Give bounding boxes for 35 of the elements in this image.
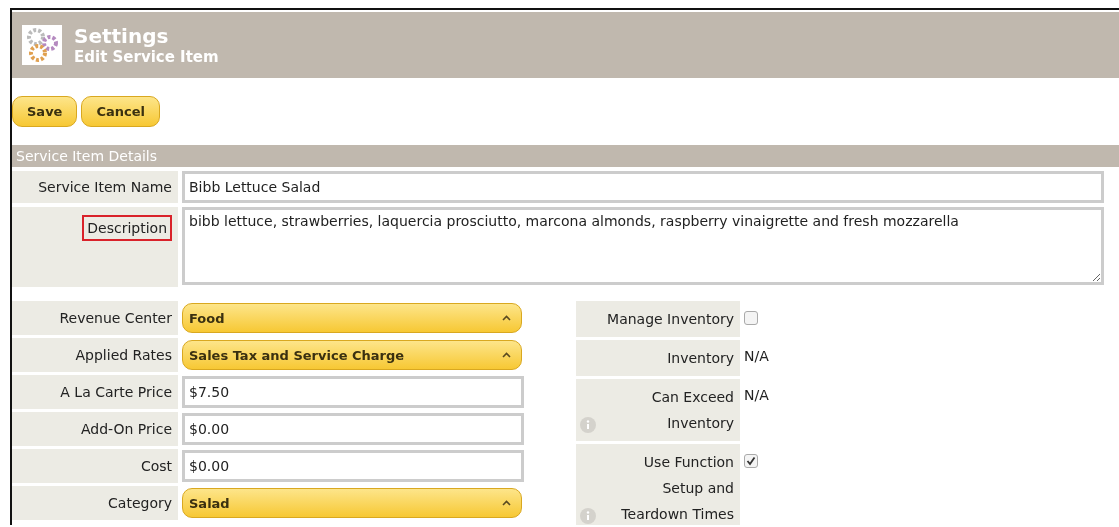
- caret-icon: [502, 315, 511, 321]
- field-label: Description: [82, 215, 172, 241]
- cancel-button[interactable]: Cancel: [81, 96, 160, 127]
- description-field[interactable]: bibb lettuce, strawberries, laquercia prosciutto, marcona almonds, raspberry vinaigrette and fresh mozzarella: [182, 207, 1104, 285]
- info-icon[interactable]: [580, 417, 596, 433]
- dropdown[interactable]: Sales Tax and Service Charge: [182, 340, 522, 370]
- field-label: Cost: [12, 449, 178, 483]
- field-label: Inventory: [666, 349, 734, 368]
- caret-icon: [502, 352, 511, 358]
- field-label: A La Carte Price: [12, 375, 178, 409]
- dropdown[interactable]: Food: [182, 303, 522, 333]
- field-label: Add-On Price: [12, 412, 178, 446]
- dropdown[interactable]: Salad: [182, 488, 522, 518]
- field-label: Manage Inventory: [606, 310, 734, 329]
- input-field[interactable]: $0.00: [182, 450, 524, 482]
- field-value: N/A: [744, 387, 769, 403]
- checkbox[interactable]: [744, 454, 758, 468]
- caret-icon: [502, 500, 511, 506]
- info-icon[interactable]: [580, 508, 596, 524]
- field-value: N/A: [744, 348, 769, 364]
- input-field[interactable]: $0.00: [182, 413, 524, 445]
- field-label: Service Item Name: [12, 171, 178, 203]
- input-field[interactable]: $7.50: [182, 376, 524, 408]
- page-title: Settings: [74, 24, 170, 48]
- checkbox[interactable]: [744, 311, 758, 325]
- field-label: Revenue Center: [12, 301, 178, 335]
- gears-icon: [22, 25, 62, 65]
- field-label: Can Exceed Inventory: [650, 388, 734, 433]
- field-label: Category: [12, 486, 178, 520]
- field-label: Applied Rates: [12, 338, 178, 372]
- save-button[interactable]: Save: [12, 96, 78, 127]
- section-header: Service Item Details: [12, 145, 1119, 167]
- name-field[interactable]: Bibb Lettuce Salad: [182, 171, 1104, 203]
- field-label: Use Function Setup and Teardown Times: [620, 453, 734, 524]
- page-subtitle: Edit Service Item: [74, 48, 219, 66]
